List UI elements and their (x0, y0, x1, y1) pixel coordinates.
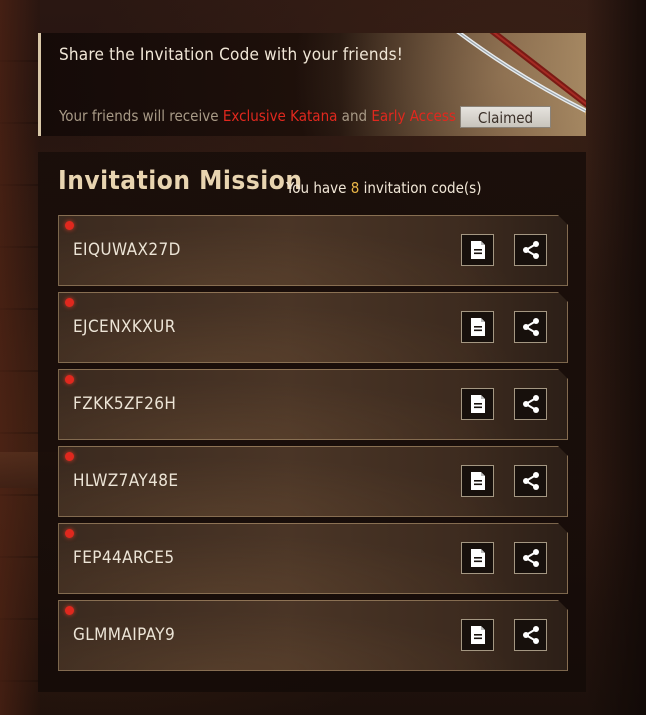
background-right-shade (586, 0, 646, 715)
new-indicator-dot (65, 375, 74, 384)
copy-icon (469, 625, 487, 645)
share-button[interactable] (514, 542, 547, 574)
invitation-code[interactable]: FEP44ARCE5 (73, 548, 174, 568)
share-icon (521, 548, 541, 568)
share-icon (521, 471, 541, 491)
copy-icon (469, 240, 487, 260)
share-icon (521, 394, 541, 414)
copy-icon (469, 317, 487, 337)
invitation-code[interactable]: FZKK5ZF26H (73, 394, 176, 414)
new-indicator-dot (65, 452, 74, 461)
share-icon (521, 240, 541, 260)
copy-icon (469, 548, 487, 568)
banner-desc-prefix: Your friends will receive (59, 107, 223, 125)
banner-title: Share the Invitation Code with your frie… (59, 45, 404, 65)
background-left-wall (0, 0, 40, 715)
invitation-code-row: EJCENXKXUR (58, 292, 568, 363)
copy-button[interactable] (461, 619, 494, 651)
copy-button[interactable] (461, 234, 494, 266)
share-icon (521, 625, 541, 645)
invitation-banner: Share the Invitation Code with your frie… (38, 33, 586, 136)
invitation-code-row: FEP44ARCE5 (58, 523, 568, 594)
invitation-code[interactable]: EJCENXKXUR (73, 317, 176, 337)
new-indicator-dot (65, 298, 74, 307)
share-icon (521, 317, 541, 337)
copy-icon (469, 471, 487, 491)
copy-button[interactable] (461, 542, 494, 574)
invitation-code-row: GLMMAIPAY9 (58, 600, 568, 671)
count-prefix: You have (286, 179, 351, 197)
new-indicator-dot (65, 606, 74, 615)
invitation-count-text: You have 8 invitation code(s) (286, 179, 481, 197)
share-button[interactable] (514, 619, 547, 651)
banner-description: Your friends will receive Exclusive Kata… (59, 107, 456, 125)
new-indicator-dot (65, 221, 74, 230)
reward-exclusive-katana: Exclusive Katana (222, 107, 338, 125)
invitation-code-row: EIQUWAX27D (58, 215, 568, 286)
invitation-code[interactable]: HLWZ7AY48E (73, 471, 178, 491)
new-indicator-dot (65, 529, 74, 538)
mission-title: Invitation Mission (58, 166, 303, 196)
invitation-code-row: HLWZ7AY48E (58, 446, 568, 517)
copy-button[interactable] (461, 388, 494, 420)
share-button[interactable] (514, 311, 547, 343)
count-suffix: invitation code(s) (359, 179, 482, 197)
invitation-code[interactable]: GLMMAIPAY9 (73, 625, 175, 645)
copy-button[interactable] (461, 465, 494, 497)
invitation-code-row: FZKK5ZF26H (58, 369, 568, 440)
invitation-code[interactable]: EIQUWAX27D (73, 240, 181, 260)
share-button[interactable] (514, 234, 547, 266)
banner-desc-and: and (337, 107, 372, 125)
share-button[interactable] (514, 388, 547, 420)
copy-button[interactable] (461, 311, 494, 343)
copy-icon (469, 394, 487, 414)
share-button[interactable] (514, 465, 547, 497)
